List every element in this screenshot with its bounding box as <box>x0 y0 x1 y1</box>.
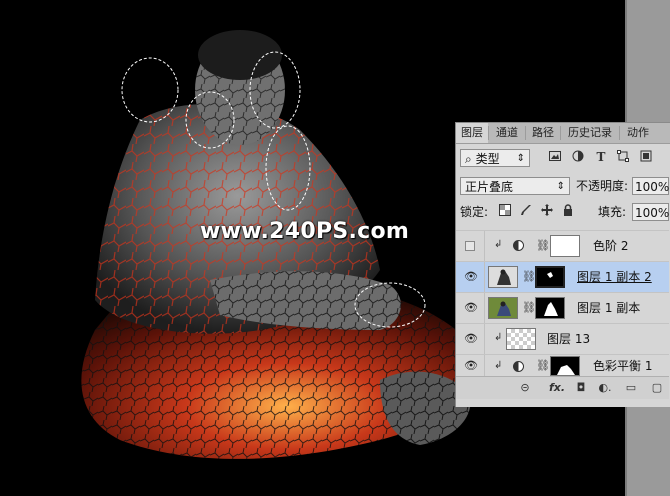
new-layer-icon[interactable]: ▢ <box>650 380 664 396</box>
panel-tabs: 图层 通道 路径 历史记录 动作 <box>456 123 670 144</box>
lock-brush-icon[interactable] <box>519 204 533 220</box>
opacity-input[interactable]: 100% <box>632 177 669 195</box>
filter-type-label: 类型 <box>475 152 500 166</box>
link-chain-icon[interactable]: ⛓ <box>522 301 536 315</box>
layer-mask-thumbnail[interactable] <box>535 266 565 288</box>
link-chain-icon[interactable]: ⛓ <box>522 270 536 284</box>
image-filter-icon[interactable] <box>548 150 562 166</box>
blend-mode-select[interactable]: 正片叠底 ⇕ <box>460 177 570 195</box>
chevron-updown-icon: ⇕ <box>556 181 565 192</box>
clipping-arrow-icon: ↲ <box>494 239 503 250</box>
lock-label: 锁定: <box>460 205 489 219</box>
layers-panel[interactable]: 图层 通道 路径 历史记录 动作 ⌕ 类型 ⇕ T 正片叠底 ⇕ 不透明度: 1… <box>455 122 670 407</box>
layer-row[interactable]: ↲ ⛓ 色阶 2 <box>456 230 669 261</box>
layer-name[interactable]: 色彩平衡 1 <box>593 355 652 377</box>
layer-name[interactable]: 图层 1 副本 2 <box>577 262 652 292</box>
link-layers-icon[interactable]: ⊝ <box>518 380 532 396</box>
eye-icon[interactable]: 👁 <box>464 360 478 372</box>
panel-footer: ⊝ fx. ◘ ◐. ▭ ▢ <box>456 376 669 399</box>
chevron-updown-icon: ⇕ <box>516 153 525 164</box>
tab-channels[interactable]: 通道 <box>489 123 525 143</box>
shape-filter-icon[interactable] <box>616 150 630 166</box>
layer-mask-thumbnail[interactable] <box>550 235 580 257</box>
layer-name[interactable]: 图层 1 副本 <box>577 293 640 323</box>
fill-label: 填充: <box>598 205 627 219</box>
tab-history[interactable]: 历史记录 <box>561 123 619 143</box>
fx-icon[interactable]: fx. <box>548 380 566 396</box>
lock-transparent-icon[interactable] <box>498 204 512 220</box>
filter-type-select[interactable]: ⌕ 类型 ⇕ <box>460 149 530 167</box>
lock-move-icon[interactable] <box>540 204 554 220</box>
layer-thumbnail[interactable] <box>488 297 518 319</box>
layer-row[interactable]: 👁 ↲ ⛓ 色彩平衡 1 <box>456 354 669 377</box>
tab-actions[interactable]: 动作 <box>620 123 656 143</box>
eye-icon[interactable]: 👁 <box>464 302 478 314</box>
layer-row[interactable]: 👁 ⛓ 图层 1 副本 <box>456 292 669 323</box>
layer-mask-thumbnail[interactable] <box>535 297 565 319</box>
search-icon: ⌕ <box>465 152 472 166</box>
adjustment-layer-icon <box>513 240 524 251</box>
add-mask-icon[interactable]: ◘ <box>574 380 588 396</box>
layer-row[interactable]: 👁 ↲ 图层 13 <box>456 323 669 354</box>
tab-paths[interactable]: 路径 <box>526 123 560 143</box>
eye-icon[interactable]: 👁 <box>464 271 478 283</box>
layer-name[interactable]: 色阶 2 <box>593 231 628 261</box>
new-group-folder-icon[interactable]: ▭ <box>624 380 638 396</box>
opacity-label: 不透明度: <box>576 179 629 193</box>
adjustment-layer-icon <box>513 361 524 372</box>
fill-input[interactable]: 100% <box>632 203 669 221</box>
watermark-text: www.240PS.com <box>200 219 410 244</box>
tab-layers[interactable]: 图层 <box>456 123 488 143</box>
adjustment-filter-icon[interactable] <box>571 150 585 166</box>
link-chain-icon[interactable]: ⛓ <box>536 359 550 373</box>
layer-thumbnail[interactable] <box>506 328 536 350</box>
layer-row-selected[interactable]: 👁 ⛓ 图层 1 副本 2 <box>456 261 669 292</box>
layer-mask-thumbnail[interactable] <box>550 356 580 376</box>
new-adjustment-icon[interactable]: ◐. <box>596 380 614 396</box>
smart-object-filter-icon[interactable] <box>639 150 653 166</box>
link-chain-icon[interactable]: ⛓ <box>536 239 550 253</box>
clipping-arrow-icon: ↲ <box>494 332 503 343</box>
clipping-arrow-icon: ↲ <box>494 360 503 371</box>
layer-thumbnail[interactable] <box>488 266 518 288</box>
layer-name[interactable]: 图层 13 <box>547 324 590 354</box>
type-filter-icon[interactable]: T <box>594 149 608 165</box>
lock-all-icon[interactable] <box>561 204 575 220</box>
visibility-toggle-off[interactable] <box>465 241 475 251</box>
eye-icon[interactable]: 👁 <box>464 333 478 345</box>
blend-mode-value: 正片叠底 <box>465 180 514 194</box>
